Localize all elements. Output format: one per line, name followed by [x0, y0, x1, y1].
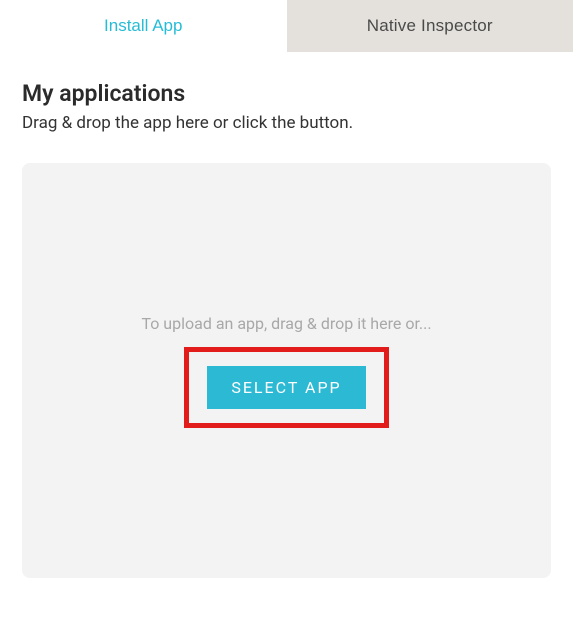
highlight-frame: SELECT APP: [184, 347, 388, 428]
tab-native-inspector[interactable]: Native Inspector: [287, 0, 573, 52]
select-app-button-label: SELECT APP: [231, 378, 341, 397]
upload-dropzone[interactable]: To upload an app, drag & drop it here or…: [22, 163, 551, 578]
tab-install-app[interactable]: Install App: [0, 0, 287, 52]
main-content: My applications Drag & drop the app here…: [0, 52, 573, 578]
page-title: My applications: [22, 80, 551, 107]
dropzone-hint: To upload an app, drag & drop it here or…: [141, 314, 431, 333]
tab-inspector-label: Native Inspector: [367, 16, 493, 35]
page-subtitle: Drag & drop the app here or click the bu…: [22, 113, 551, 133]
select-app-button[interactable]: SELECT APP: [207, 366, 365, 409]
tab-install-label: Install App: [104, 16, 182, 35]
tab-bar: Install App Native Inspector: [0, 0, 573, 52]
